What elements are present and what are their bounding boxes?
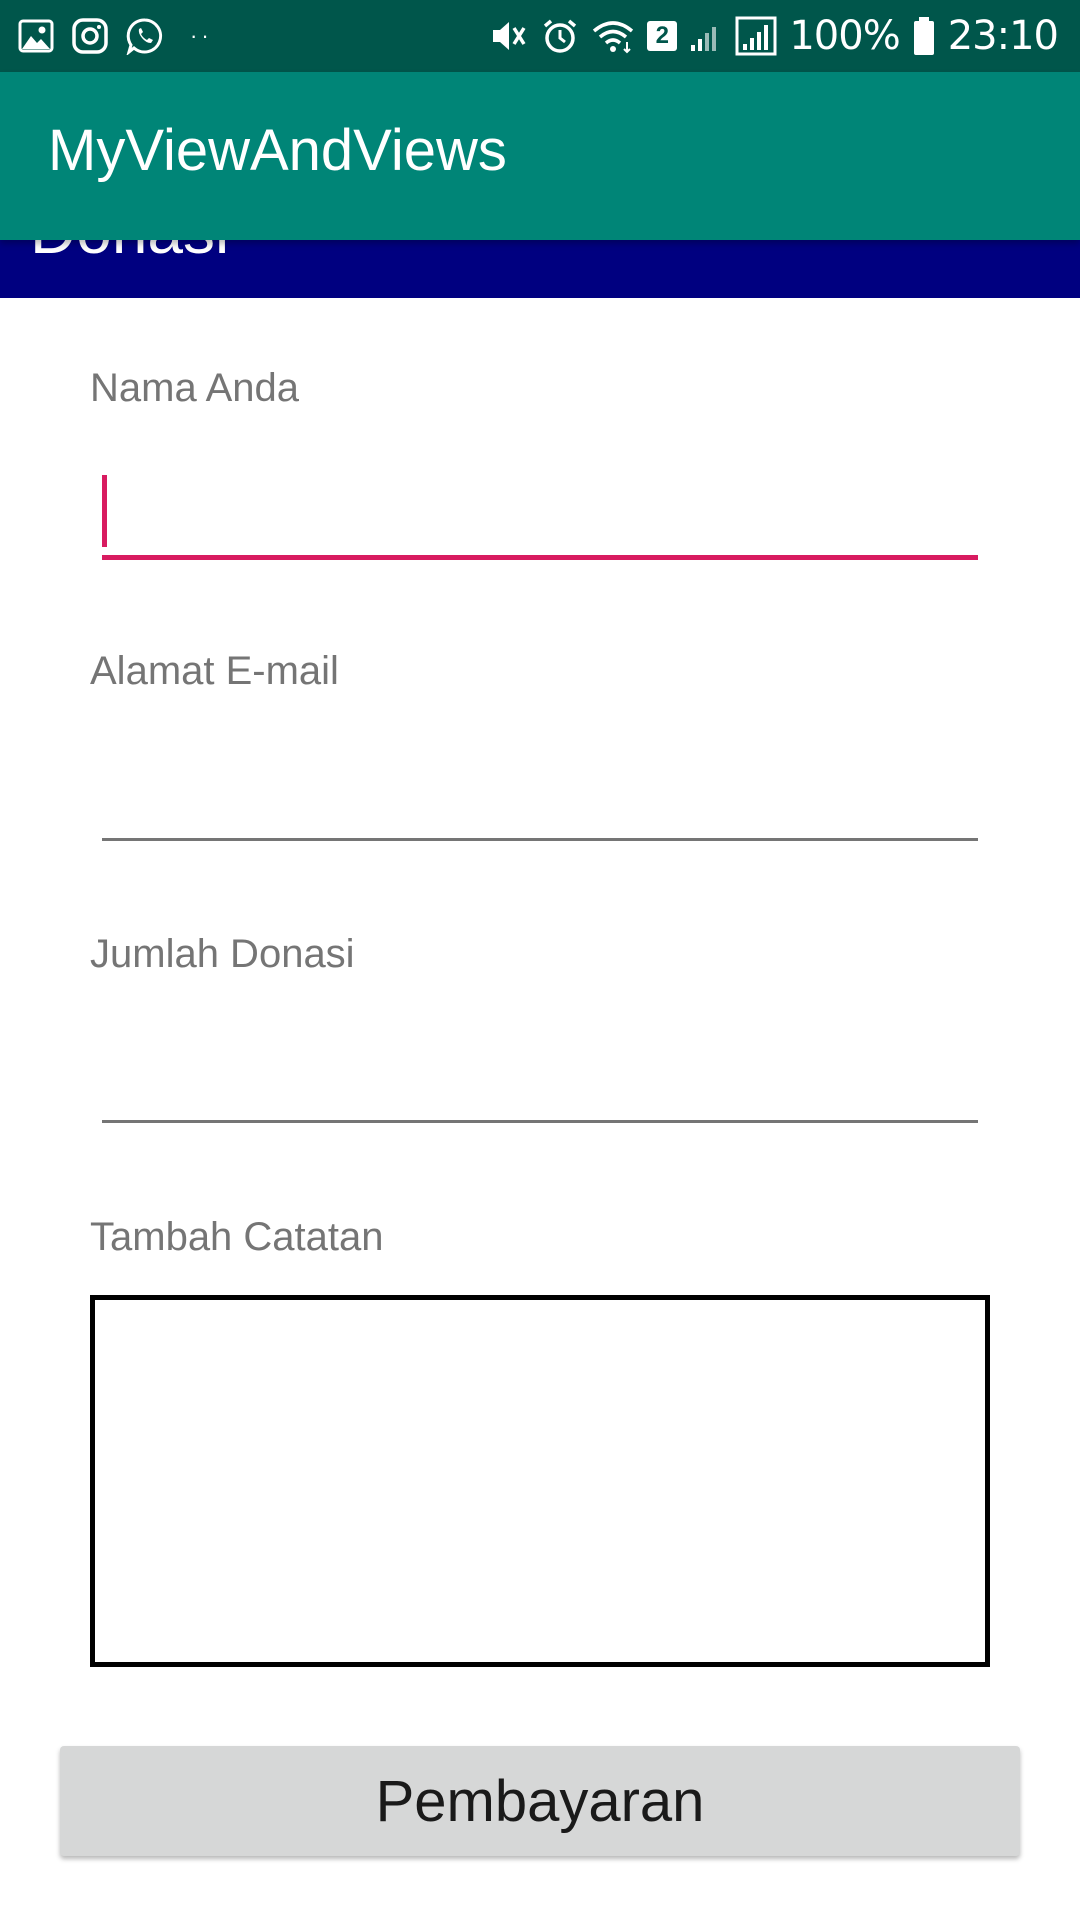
whatsapp-icon	[126, 17, 164, 55]
more-notifications-indicator: ··	[190, 23, 213, 48]
action-bar: MyViewAndViews	[0, 72, 1080, 240]
payment-button[interactable]: Pembayaran	[60, 1746, 1020, 1856]
status-bar: ·· 2 100% 23:10	[0, 0, 1080, 72]
text-cursor	[102, 475, 107, 547]
wifi-icon	[591, 17, 635, 55]
name-field[interactable]	[102, 496, 978, 560]
app-title: MyViewAndViews	[48, 118, 507, 183]
name-label: Nama Anda	[90, 366, 300, 410]
email-field[interactable]	[102, 777, 978, 841]
donation-amount-field[interactable]	[102, 1059, 978, 1123]
donation-amount-label: Jumlah Donasi	[90, 932, 355, 976]
notes-field[interactable]	[90, 1295, 990, 1667]
notes-label: Tambah Catatan	[90, 1215, 384, 1259]
notification-icons: ··	[18, 0, 213, 72]
alarm-icon	[541, 17, 579, 55]
battery-percent: 100%	[789, 13, 900, 59]
donation-header-strip: Donasi	[0, 230, 1080, 298]
clock: 23:10	[947, 13, 1059, 59]
sim-badge: 2	[647, 21, 678, 51]
instagram-icon	[72, 18, 108, 54]
battery-icon	[912, 16, 936, 56]
email-label: Alamat E-mail	[90, 649, 339, 693]
system-icons: 2 100% 23:10	[489, 0, 1059, 72]
signal-icon-sim2	[735, 16, 777, 56]
mute-icon	[489, 17, 529, 55]
gallery-icon	[18, 19, 54, 53]
signal-icon-sim1	[689, 19, 723, 53]
